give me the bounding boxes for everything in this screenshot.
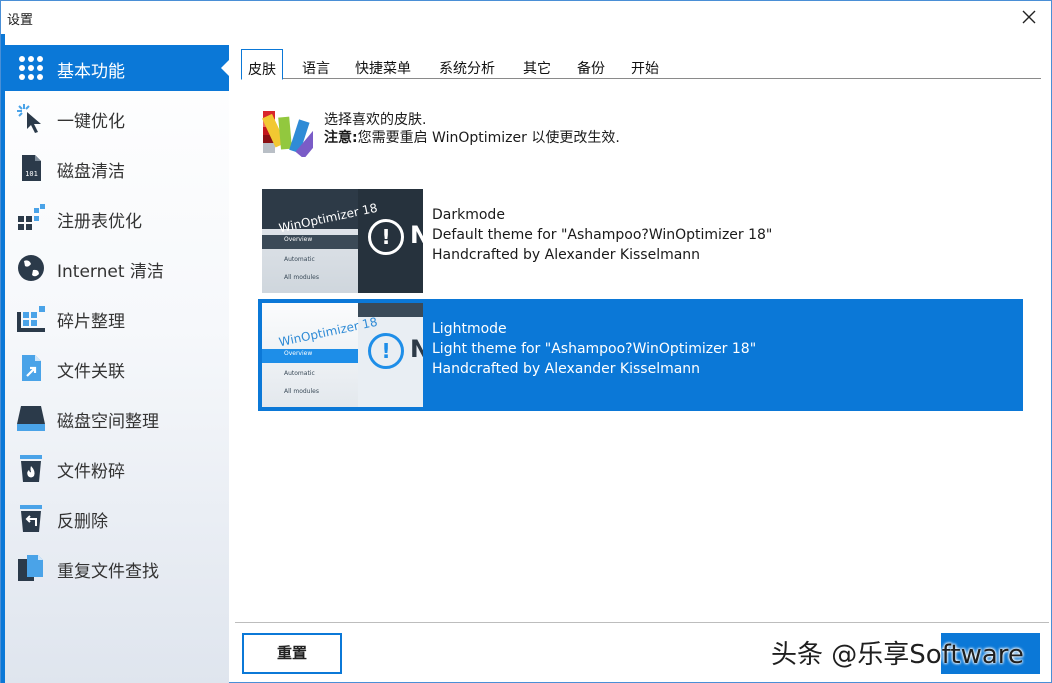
sidebar-item-label: 重复文件查找 [57,562,159,582]
thumb-menu-item: Automatic [284,370,315,377]
tab-bar: 皮肤 语言 快捷菜单 系统分析 其它 备份 开始 [241,49,1041,80]
footer-divider [235,622,1049,623]
sidebar-item-basic-functions[interactable]: 基本功能 [5,45,229,91]
tab-start[interactable]: 开始 [625,54,665,79]
thumb-menu-item: Automatic [284,256,315,263]
sidebar: 基本功能 一键优化 101 磁盘清洁 注册表优化 Internet 清洁 碎片整… [1,34,229,683]
theme-description: Light theme for "Ashampoo?WinOptimizer 1… [432,341,757,357]
title-bar: 设置 [1,1,1051,34]
theme-lightmode[interactable]: WinOptimizer 18 Overview Automatic All m… [258,299,1023,411]
tab-backup[interactable]: 备份 [571,54,611,79]
sidebar-item-label: 碎片整理 [57,312,125,332]
sidebar-item-file-associations[interactable]: 文件关联 [5,345,229,391]
close-icon[interactable] [1017,5,1041,29]
sidebar-item-label: 文件关联 [57,362,125,382]
tab-skin[interactable]: 皮肤 [241,49,283,80]
theme-name: Darkmode [432,207,505,223]
tab-system-analysis[interactable]: 系统分析 [433,54,501,79]
color-palette-icon [262,111,313,157]
cursor-click-icon [17,104,41,133]
restart-note: 注意:您需要重启 WinOptimizer 以使更改生效. [324,127,620,147]
sidebar-item-disk-cleaner[interactable]: 101 磁盘清洁 [5,145,229,191]
watermark-text: 头条 @乐享Software [771,640,1024,670]
sidebar-item-label: 一键优化 [57,112,125,132]
theme-name: Lightmode [432,321,507,337]
tab-language[interactable]: 语言 [296,54,336,79]
sidebar-item-duplicate-finder[interactable]: 重复文件查找 [5,545,229,591]
sidebar-item-label: Internet 清洁 [57,262,164,282]
duplicate-files-icon [18,555,43,581]
sidebar-item-disk-space[interactable]: 磁盘空间整理 [5,395,229,441]
skin-intro-text: 选择喜欢的皮肤. [324,112,427,128]
sidebar-item-undelete[interactable]: 反删除 [5,495,229,541]
hard-drive-icon [17,406,45,431]
tab-other[interactable]: 其它 [517,54,557,79]
note-text: 您需要重启 WinOptimizer 以使更改生效. [357,130,620,146]
sidebar-item-label: 反删除 [57,512,108,532]
theme-author: Handcrafted by Alexander Kisselmann [432,361,701,377]
sidebar-item-label: 文件粉碎 [57,462,125,482]
sidebar-item-internet-cleaner[interactable]: Internet 清洁 [5,245,229,291]
sidebar-item-label: 基本功能 [57,62,125,82]
file-binary-icon: 101 [22,155,41,181]
theme-darkmode[interactable]: WinOptimizer 18 Overview Automatic All m… [258,185,1023,297]
theme-author: Handcrafted by Alexander Kisselmann [432,247,701,263]
file-link-icon [22,355,41,381]
sidebar-item-file-wiper[interactable]: 文件粉碎 [5,445,229,491]
reset-button[interactable]: 重置 [242,633,342,674]
sidebar-item-registry-optimizer[interactable]: 注册表优化 [5,195,229,241]
sidebar-item-label: 磁盘空间整理 [57,412,159,432]
defrag-blocks-icon [17,306,45,332]
grid-dots-icon [19,56,43,80]
theme-thumbnail-dark: WinOptimizer 18 Overview Automatic All m… [262,189,423,293]
thumb-menu-item: Overview [284,236,313,243]
sidebar-item-label: 注册表优化 [57,212,142,232]
svg-text:101: 101 [25,170,38,178]
thumb-menu-item: All modules [284,388,319,395]
sidebar-item-one-click-optimize[interactable]: 一键优化 [5,95,229,141]
trash-undo-icon [20,505,42,532]
note-label: 注意: [324,130,358,146]
window-title: 设置 [7,13,34,28]
theme-thumbnail-light: WinOptimizer 18 Overview Automatic All m… [262,303,423,407]
sidebar-item-defrag[interactable]: 碎片整理 [5,295,229,341]
settings-window: 设置 基本功能 一键优化 101 磁盘清洁 注册表优化 Internet 清洁 … [0,0,1052,683]
theme-description: Default theme for "Ashampoo?WinOptimizer… [432,227,773,243]
thumb-menu-item: All modules [284,274,319,281]
trash-fire-icon [20,455,42,482]
globe-icon [18,255,44,281]
registry-blocks-icon [18,204,45,230]
tab-context-menu[interactable]: 快捷菜单 [349,54,417,79]
thumb-menu-item: Overview [284,350,313,357]
sidebar-item-label: 磁盘清洁 [57,162,125,182]
